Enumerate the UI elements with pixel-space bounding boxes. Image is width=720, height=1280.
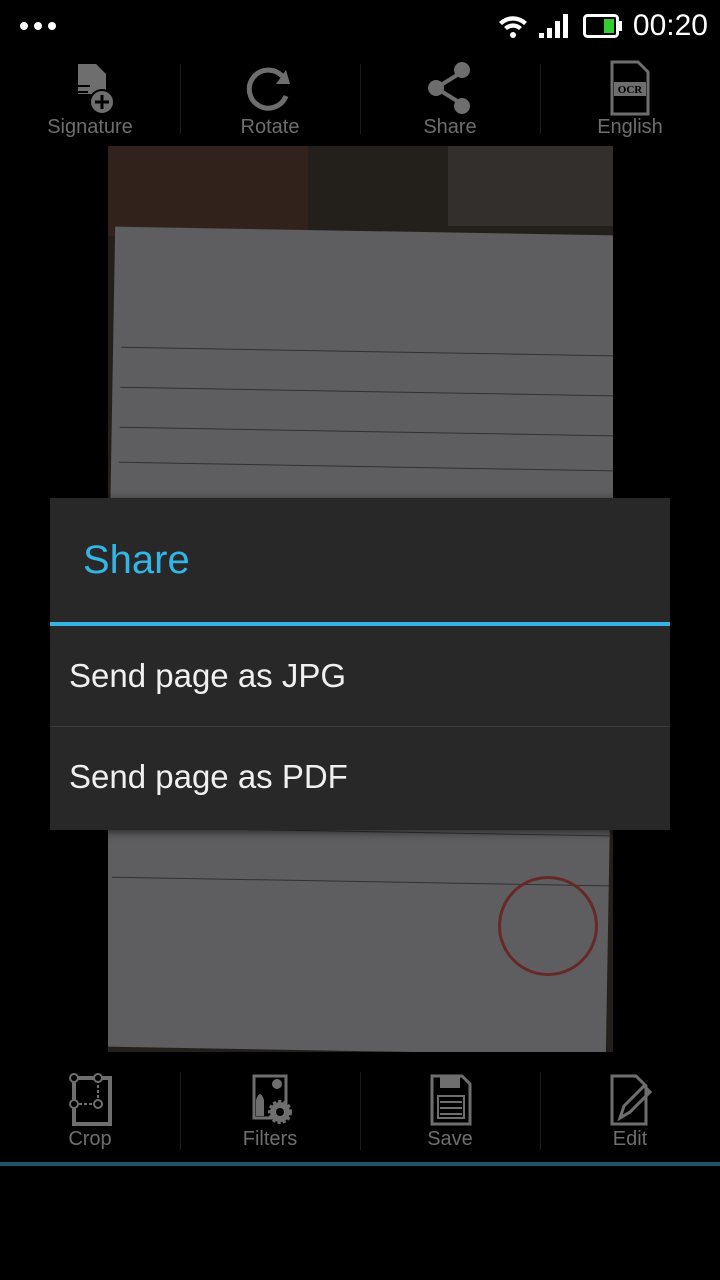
battery-icon [582,14,622,38]
rotate-icon [246,67,290,111]
share-dialog: Share Send page as JPG Send page as PDF [50,498,670,830]
share-label: Share [423,115,477,138]
dialog-title: Share [50,498,670,626]
edit-label: Edit [612,1127,648,1150]
share-icon [428,61,470,114]
signature-add-icon [78,63,115,115]
share-button[interactable]: Share [360,52,540,146]
save-label: Save [427,1127,473,1150]
top-toolbar: Signature Rotate Share OCR English [0,52,720,146]
rotate-label: Rotate [240,115,300,138]
crop-label: Crop [68,1127,112,1150]
english-label: English [597,115,663,138]
crop-icon [69,1072,112,1126]
filters-label: Filters [242,1127,298,1150]
save-button[interactable]: Save [360,1060,540,1162]
bottom-accent-line [0,1162,720,1166]
clock: 00:20 [632,9,708,42]
send-jpg-option[interactable]: Send page as JPG [50,626,670,726]
status-bar: 00:20 [0,0,720,52]
signal-icon [538,14,568,38]
filters-icon [252,1074,292,1124]
crop-button[interactable]: Crop [0,1060,180,1162]
edit-icon [610,1074,653,1125]
filters-button[interactable]: Filters [180,1060,360,1162]
edit-button[interactable]: Edit [540,1060,720,1162]
send-pdf-option[interactable]: Send page as PDF [50,726,670,826]
save-icon [430,1074,472,1125]
ocr-language-button[interactable]: OCR English [540,52,720,146]
signature-button[interactable]: Signature [0,52,180,146]
ocr-icon: OCR [610,60,650,115]
wifi-icon [498,16,527,38]
rotate-button[interactable]: Rotate [180,52,360,146]
bottom-toolbar: Crop Filters Save Edit [0,1060,720,1162]
signature-label: Signature [47,115,133,138]
notification-dots-icon [20,22,56,30]
svg-text:OCR: OCR [618,84,644,96]
